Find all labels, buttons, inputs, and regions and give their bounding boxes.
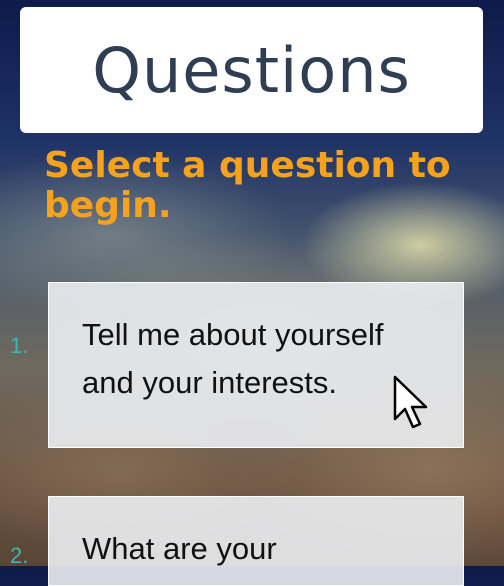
question-number-2: 2.	[10, 543, 29, 568]
question-number-1: 1.	[10, 333, 29, 358]
mouse-pointer-icon	[393, 375, 428, 429]
question-card-2[interactable]: What are your	[48, 496, 464, 586]
page-title: Questions	[92, 33, 411, 107]
question-text-1: Tell me about yourself and your interest…	[82, 317, 384, 400]
instruction-text: Select a question to begin.	[44, 145, 451, 226]
title-card: Questions	[20, 7, 483, 133]
